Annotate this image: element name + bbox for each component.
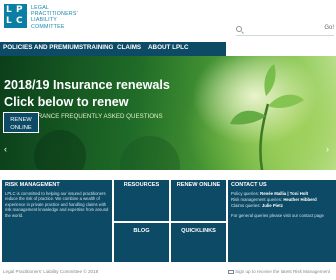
tile-quicklinks[interactable]: QUICKLINKS <box>171 223 226 262</box>
hero-title: 2018/19 Insurance renewals <box>4 78 170 92</box>
nav-claims[interactable]: CLAIMS <box>117 44 141 51</box>
nav-about-lplc[interactable]: ABOUT LPLC <box>148 44 189 51</box>
contact-us-title: CONTACT US <box>231 182 267 188</box>
lplc-logo[interactable]: L P L C <box>4 4 27 28</box>
contact-policy-label: Policy queries: <box>231 191 259 196</box>
search-bar: Go! <box>236 25 334 36</box>
tile-blog[interactable]: BLOG <box>114 223 169 262</box>
risk-management-panel[interactable]: RISK MANAGEMENT LPLC is committed to hel… <box>2 180 112 262</box>
hero-subtitle[interactable]: Click below to renew <box>4 95 129 109</box>
contact-policy-queries: Policy queries: Renée Mallia | Toni Holt <box>231 191 308 196</box>
risk-management-title: RISK MANAGEMENT <box>5 182 60 188</box>
tile-quicklinks-label: QUICKLINKS <box>181 228 216 234</box>
contact-general-link[interactable]: For general queries please visit our con… <box>231 213 324 218</box>
logo-letter-p: P <box>16 5 23 15</box>
renew-button-line-2: ONLINE <box>10 125 32 131</box>
contact-claims-names[interactable]: Julie Pietz <box>262 203 283 208</box>
logo-letter-l2: L <box>6 16 12 26</box>
carousel-next-icon[interactable]: › <box>326 144 329 154</box>
logo-line-4: COMMITTEE <box>31 23 65 30</box>
footer-newsletter[interactable]: Sign up to receive the latest Risk Manag… <box>228 269 330 274</box>
hero-banner[interactable]: 2018/19 Insurance renewals Click below t… <box>0 56 336 170</box>
tile-renew-online-label: RENEW ONLINE <box>176 182 221 188</box>
search-input[interactable] <box>246 25 316 35</box>
renew-button-line-1: RENEW <box>10 117 32 123</box>
tile-resources-label: RESOURCES <box>123 182 160 188</box>
contact-claims-label: Claims queries: <box>231 203 261 208</box>
nav-training[interactable]: TRAINING <box>83 44 113 51</box>
renew-online-button[interactable]: RENEW ONLINE <box>3 112 39 133</box>
contact-policy-names[interactable]: Renée Mallia | Toni Holt <box>260 191 308 196</box>
contact-claims-queries: Claims queries: Julie Pietz <box>231 203 283 208</box>
footer-copyright: Legal Practitioners' Liability Committee… <box>3 269 99 274</box>
search-go-button[interactable]: Go! <box>324 25 334 31</box>
tile-blog-label: BLOG <box>133 228 150 234</box>
footer-newsletter-text[interactable]: Sign up to receive the latest Risk Manag… <box>235 269 330 274</box>
contact-risk-label: Risk management queries: <box>231 197 283 202</box>
envelope-icon <box>228 269 234 274</box>
tile-renew-online[interactable]: RENEW ONLINE <box>171 180 226 221</box>
contact-us-panel: CONTACT US Policy queries: Renée Mallia … <box>228 180 336 262</box>
footer: Legal Practitioners' Liability Committee… <box>0 266 336 280</box>
search-icon[interactable] <box>236 26 242 32</box>
logo-letter-l: L <box>6 5 12 15</box>
tile-resources[interactable]: RESOURCES <box>114 180 169 221</box>
logo-wordmark: LEGAL PRACTITIONERS' LIABILITY COMMITTEE <box>31 5 78 30</box>
carousel-prev-icon[interactable]: ‹ <box>4 144 7 154</box>
risk-management-body: LPLC is committed to helping our insured… <box>5 191 109 218</box>
contact-risk-names[interactable]: Heather Hibberd <box>283 197 316 202</box>
logo-letter-c: C <box>16 16 23 26</box>
main-nav: POLICIES AND PREMIUMS TRAINING CLAIMS AB… <box>0 42 226 56</box>
contact-risk-queries: Risk management queries: Heather Hibberd <box>231 197 317 202</box>
nav-policies-and-premiums[interactable]: POLICIES AND PREMIUMS <box>3 44 83 51</box>
